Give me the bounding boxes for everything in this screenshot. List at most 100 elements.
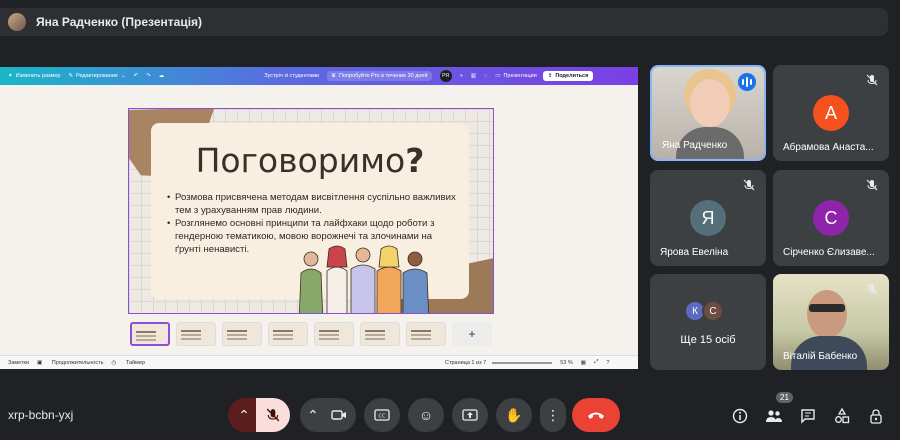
glasses-shape: [809, 304, 845, 312]
timer-button[interactable]: ◷ Таймер: [111, 360, 144, 366]
more-participants-avatars: К С: [684, 300, 724, 322]
redo-icon[interactable]: ↷: [146, 73, 151, 79]
participant-name: Абрамова Анаста...: [783, 142, 874, 153]
undo-icon[interactable]: ↶: [134, 73, 139, 79]
slide-thumbnail[interactable]: [130, 322, 170, 346]
group-illustration: [298, 245, 430, 313]
user-avatar[interactable]: РЯ: [439, 70, 452, 82]
comment-icon[interactable]: ◌: [484, 73, 487, 79]
mic-off-icon: [865, 73, 879, 87]
host-controls-button[interactable]: [866, 406, 886, 426]
slide-canvas[interactable]: Поговоримо? Розмова присвячена методам в…: [128, 108, 494, 314]
slide-thumbnail[interactable]: [406, 322, 446, 346]
help-icon[interactable]: ?: [606, 360, 609, 366]
emoji-icon: ☺: [418, 407, 434, 423]
pro-trial-label: Попробуйте Pro в течение 30 дней: [339, 73, 428, 79]
mic-toggle-button[interactable]: [256, 398, 290, 432]
canva-toolbar: ✦ Изменить размер ✎ Редактирование ⌄ ↶ ↷…: [0, 67, 638, 85]
user-initials: РЯ: [439, 70, 452, 82]
participant-tile[interactable]: Я Ярова Евеліна: [650, 170, 766, 266]
duration-label: Продолжительность: [51, 359, 104, 366]
mic-off-icon: [865, 282, 879, 296]
share-label: Поделиться: [555, 73, 589, 79]
mic-off-icon: [742, 178, 756, 192]
canva-footer: Заметки ▣ Продолжительность ◷ Таймер Стр…: [0, 355, 638, 369]
grid-view-icon[interactable]: ▦: [581, 360, 586, 366]
participant-name: Ярова Евеліна: [660, 247, 729, 258]
speaking-indicator-icon: [738, 73, 756, 91]
chat-button[interactable]: [798, 406, 818, 426]
page-indicator: Страница 1 из 7: [444, 359, 487, 366]
participants-count-badge: 21: [776, 392, 793, 403]
present-screen-icon: [462, 409, 478, 421]
doc-title[interactable]: Зустріч зі студентами: [264, 73, 319, 79]
presenter-bar: Яна Радченко (Презентація): [0, 8, 888, 36]
resize-button[interactable]: ✦ Изменить размер: [8, 73, 60, 79]
slide-bullet: Розмова присвячена методам висвітлення с…: [167, 191, 457, 217]
slide-heading-mark: ?: [405, 141, 425, 180]
captions-icon: CC: [374, 409, 390, 421]
zoom-slider[interactable]: [492, 361, 553, 364]
slide-thumbnail[interactable]: [222, 322, 262, 346]
mic-off-icon: [266, 408, 280, 422]
cloud-icon: ☁: [158, 73, 165, 79]
edit-mode-button[interactable]: ✎ Редактирование ⌄: [68, 73, 125, 79]
meeting-code: xrp-bcbn-yxj: [8, 408, 74, 422]
chevron-up-icon: ⌃: [307, 406, 319, 423]
participant-tile[interactable]: Яна Радченко: [650, 65, 766, 161]
people-button[interactable]: [764, 406, 784, 426]
presenter-title: Яна Радченко (Презентація): [36, 15, 203, 29]
present-label: Презентация: [503, 73, 537, 79]
shared-screen: ✦ Изменить размер ✎ Редактирование ⌄ ↶ ↷…: [0, 67, 638, 369]
slide-thumbnail[interactable]: [360, 322, 400, 346]
participant-tile[interactable]: Віталій Бабенко: [773, 274, 889, 370]
camera-icon: [331, 410, 346, 420]
slide-card: Поговоримо? Розмова присвячена методам в…: [151, 123, 469, 313]
meeting-info-button[interactable]: [730, 406, 750, 426]
participant-avatar: С: [702, 300, 724, 322]
notes-button[interactable]: Заметки: [8, 360, 29, 366]
participant-avatar: С: [813, 200, 849, 236]
pro-trial-button[interactable]: ♛ Попробуйте Pro в течение 30 дней: [327, 71, 432, 81]
slide-thumbnail[interactable]: [314, 322, 354, 346]
participant-name: Яна Радченко: [662, 140, 728, 151]
more-participants-tile[interactable]: К С Ще 15 осіб: [650, 274, 766, 370]
slide-heading-text: Поговоримо: [195, 141, 406, 180]
face-shape: [690, 79, 730, 127]
slide-thumbnail[interactable]: [268, 322, 308, 346]
participant-avatar: А: [813, 95, 849, 131]
duration-button[interactable]: ▣ Продолжительность: [37, 360, 103, 366]
raise-hand-button[interactable]: ✋: [496, 398, 532, 432]
timer-label: Таймер: [125, 359, 145, 366]
participant-name: Сірченко Єлизаве...: [783, 247, 875, 258]
present-button[interactable]: ▭ Презентация: [495, 73, 536, 79]
camera-toggle-button[interactable]: [322, 398, 356, 432]
chat-icon: [801, 409, 815, 424]
more-participants-label: Ще 15 осіб: [680, 334, 736, 346]
participant-tile[interactable]: А Абрамова Анаста...: [773, 65, 889, 161]
captions-button[interactable]: CC: [364, 398, 400, 432]
slide-thumbnails: +: [130, 322, 492, 346]
zoom-level: 53 %: [560, 359, 573, 366]
activities-icon: [835, 408, 850, 424]
participant-avatar: Я: [690, 200, 726, 236]
fullscreen-icon[interactable]: ⤢: [594, 359, 598, 366]
slide-thumbnail[interactable]: [176, 322, 216, 346]
face-shape: [807, 290, 847, 338]
present-screen-button[interactable]: [452, 398, 488, 432]
more-options-button[interactable]: ⋮: [540, 398, 566, 432]
resize-label: Изменить размер: [15, 73, 61, 79]
edit-mode-label: Редактирование: [76, 73, 118, 79]
presenter-avatar: [8, 13, 26, 31]
reactions-button[interactable]: ☺: [408, 398, 444, 432]
info-icon: [732, 408, 748, 424]
hang-up-icon: [588, 412, 604, 419]
svg-text:CC: CC: [379, 413, 386, 419]
share-button[interactable]: ⇪ Поделиться: [542, 71, 594, 81]
participant-tile[interactable]: С Сірченко Єлизаве...: [773, 170, 889, 266]
hang-up-button[interactable]: [572, 398, 620, 432]
stats-icon[interactable]: ▥: [471, 73, 476, 79]
add-user-icon[interactable]: +: [460, 73, 463, 79]
add-slide-button[interactable]: +: [452, 322, 492, 346]
activities-button[interactable]: [832, 406, 852, 426]
